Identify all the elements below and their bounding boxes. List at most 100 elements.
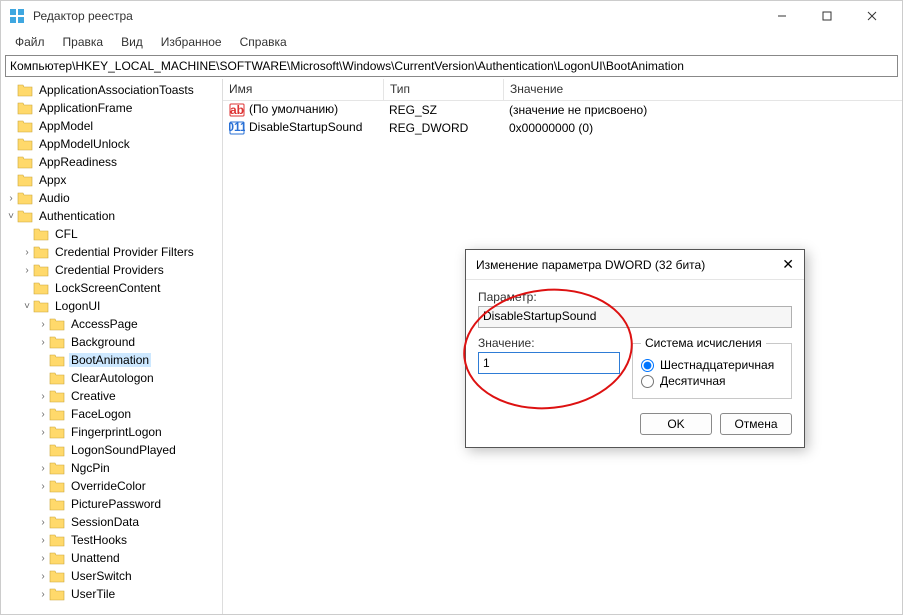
cell-name: ab(По умолчанию)	[223, 101, 383, 119]
tree-item[interactable]: LogonSoundPlayed	[1, 441, 222, 459]
minimize-button[interactable]	[759, 1, 804, 31]
tree-item-label: OverrideColor	[69, 479, 148, 493]
tree-item-label: BootAnimation	[69, 353, 151, 367]
tree-item-label: LockScreenContent	[53, 281, 162, 295]
expand-icon[interactable]: ›	[5, 193, 17, 204]
expand-icon[interactable]: ›	[37, 391, 49, 402]
tree-panel[interactable]: ApplicationAssociationToasts ApplicationF…	[1, 79, 223, 614]
titlebar: Редактор реестра	[1, 1, 902, 31]
tree-item-label: AppModelUnlock	[37, 137, 132, 151]
tree-item-label: AppReadiness	[37, 155, 119, 169]
ok-button[interactable]: OK	[640, 413, 712, 435]
tree-item[interactable]: ›Audio	[1, 189, 222, 207]
expand-icon[interactable]: ›	[37, 589, 49, 600]
edit-dword-dialog: Изменение параметра DWORD (32 бита) ✕ Па…	[465, 249, 805, 448]
value-input[interactable]	[478, 352, 620, 374]
list-row[interactable]: 011DisableStartupSoundREG_DWORD0x0000000…	[223, 119, 902, 137]
expand-icon[interactable]: ˅	[21, 301, 33, 312]
expand-icon[interactable]: ›	[37, 553, 49, 564]
tree-item-label: ApplicationAssociationToasts	[37, 83, 196, 97]
menu-edit[interactable]: Правка	[55, 33, 112, 51]
address-text: Компьютер\HKEY_LOCAL_MACHINE\SOFTWARE\Mi…	[10, 59, 684, 73]
tree-item-label: ApplicationFrame	[37, 101, 134, 115]
cell-type: REG_DWORD	[383, 120, 503, 136]
expand-icon[interactable]: ›	[37, 427, 49, 438]
tree-item[interactable]: AppReadiness	[1, 153, 222, 171]
list-body: ab(По умолчанию)REG_SZ(значение не присв…	[223, 101, 902, 137]
expand-icon[interactable]: ›	[37, 571, 49, 582]
tree-item-label: SessionData	[69, 515, 141, 529]
expand-icon[interactable]: ›	[21, 265, 33, 276]
close-button[interactable]	[849, 1, 894, 31]
radio-hex-label: Шестнадцатеричная	[660, 358, 774, 372]
tree-item[interactable]: › Unattend	[1, 549, 222, 567]
menu-favorites[interactable]: Избранное	[153, 33, 230, 51]
tree-item[interactable]: ˅LogonUI	[1, 297, 222, 315]
tree-item[interactable]: ›TestHooks	[1, 531, 222, 549]
menu-help[interactable]: Справка	[232, 33, 295, 51]
list-row[interactable]: ab(По умолчанию)REG_SZ(значение не присв…	[223, 101, 902, 119]
expand-icon[interactable]: ›	[37, 535, 49, 546]
expand-icon[interactable]: ›	[37, 319, 49, 330]
tree-item[interactable]: › OverrideColor	[1, 477, 222, 495]
tree-item[interactable]: LockScreenContent	[1, 279, 222, 297]
list-panel: Имя Тип Значение ab(По умолчанию)REG_SZ(…	[223, 79, 902, 614]
tree-item[interactable]: ›UserTile	[1, 585, 222, 603]
tree-item[interactable]: ApplicationAssociationToasts	[1, 81, 222, 99]
param-field: DisableStartupSound	[478, 306, 792, 328]
tree-item-label: FingerprintLogon	[69, 425, 164, 439]
radio-hex-input[interactable]	[641, 359, 654, 372]
radio-dec-input[interactable]	[641, 375, 654, 388]
tree-item-label: NgcPin	[69, 461, 112, 475]
tree-item[interactable]: ApplicationFrame	[1, 99, 222, 117]
tree-item-label: Appx	[37, 173, 68, 187]
col-header-type[interactable]: Тип	[383, 79, 503, 100]
tree-item[interactable]: Appx	[1, 171, 222, 189]
tree-item[interactable]: ›Background	[1, 333, 222, 351]
cancel-button[interactable]: Отмена	[720, 413, 792, 435]
param-label: Параметр:	[478, 290, 792, 304]
svg-text:ab: ab	[230, 103, 244, 117]
tree-item-label: LogonSoundPlayed	[69, 443, 178, 457]
tree-item[interactable]: AppModelUnlock	[1, 135, 222, 153]
tree-item[interactable]: › FingerprintLogon	[1, 423, 222, 441]
expand-icon[interactable]: ›	[37, 481, 49, 492]
tree-item[interactable]: CFL	[1, 225, 222, 243]
tree-item[interactable]: › SessionData	[1, 513, 222, 531]
tree-item[interactable]: ›UserSwitch	[1, 567, 222, 585]
expand-icon[interactable]: ›	[37, 517, 49, 528]
regedit-icon	[9, 8, 25, 24]
menu-file[interactable]: Файл	[7, 33, 53, 51]
cell-value: 0x00000000 (0)	[503, 120, 902, 136]
tree-item-label: ClearAutologon	[69, 371, 156, 385]
tree-item[interactable]: BootAnimation	[1, 351, 222, 369]
tree-item[interactable]: ClearAutologon	[1, 369, 222, 387]
tree-item[interactable]: ›Credential Provider Filters	[1, 243, 222, 261]
radio-hex[interactable]: Шестнадцатеричная	[641, 358, 783, 372]
tree-item[interactable]: ›Credential Providers	[1, 261, 222, 279]
cell-name: 011DisableStartupSound	[223, 119, 383, 137]
window-controls	[759, 1, 894, 31]
menu-view[interactable]: Вид	[113, 33, 151, 51]
dialog-titlebar[interactable]: Изменение параметра DWORD (32 бита) ✕	[466, 250, 804, 280]
maximize-button[interactable]	[804, 1, 849, 31]
expand-icon[interactable]: ›	[37, 409, 49, 420]
tree-item[interactable]: ›Creative	[1, 387, 222, 405]
expand-icon[interactable]: ›	[37, 337, 49, 348]
tree-item-label: Unattend	[69, 551, 122, 565]
tree-item[interactable]: AppModel	[1, 117, 222, 135]
tree-item[interactable]: PicturePassword	[1, 495, 222, 513]
address-bar[interactable]: Компьютер\HKEY_LOCAL_MACHINE\SOFTWARE\Mi…	[5, 55, 898, 77]
main-area: ApplicationAssociationToasts ApplicationF…	[1, 79, 902, 614]
tree-item[interactable]: ›FaceLogon	[1, 405, 222, 423]
expand-icon[interactable]: ›	[21, 247, 33, 258]
tree-item[interactable]: ›AccessPage	[1, 315, 222, 333]
expand-icon[interactable]: ˅	[5, 211, 17, 222]
tree-item[interactable]: › NgcPin	[1, 459, 222, 477]
expand-icon[interactable]: ›	[37, 463, 49, 474]
dialog-close-button[interactable]: ✕	[764, 256, 794, 273]
col-header-value[interactable]: Значение	[503, 79, 902, 100]
tree-item[interactable]: ˅Authentication	[1, 207, 222, 225]
col-header-name[interactable]: Имя	[223, 79, 383, 100]
radio-dec[interactable]: Десятичная	[641, 374, 783, 388]
